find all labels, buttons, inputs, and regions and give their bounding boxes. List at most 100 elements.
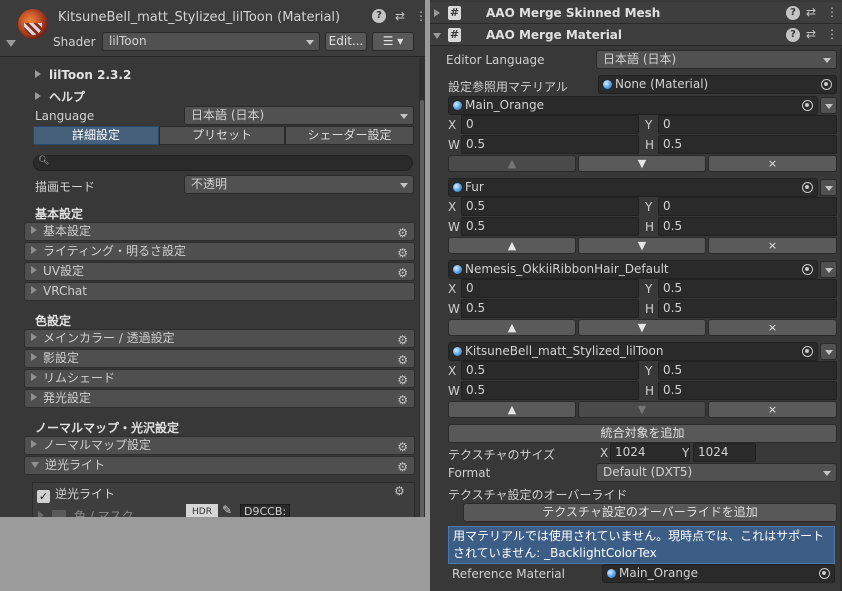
editor-language-dropdown[interactable]: 日本語 (日本) <box>596 50 837 69</box>
section-normal-map[interactable]: ノーマルマップ設定 ⚙ <box>24 436 415 455</box>
move-up-button[interactable]: ▲ <box>448 319 576 336</box>
collapse-arrow-icon[interactable] <box>6 40 16 47</box>
help-icon[interactable]: ? <box>786 6 800 20</box>
presets-icon[interactable]: ⇄ <box>393 9 407 23</box>
x-field[interactable]: 0.5 <box>461 361 639 380</box>
h-field[interactable]: 0.5 <box>658 217 837 236</box>
h-field[interactable]: 0.5 <box>658 299 837 318</box>
w-field[interactable]: 0.5 <box>461 299 639 318</box>
add-override-button[interactable]: テクスチャ設定のオーバーライドを追加 <box>463 503 837 522</box>
y-field[interactable]: 0.5 <box>658 279 837 298</box>
section-lighting[interactable]: ライティング・明るさ設定 ⚙ <box>24 242 415 261</box>
material-dropdown-button[interactable] <box>820 97 837 114</box>
edit-shader-button[interactable]: Edit... <box>325 32 367 51</box>
gear-icon[interactable]: ⚙ <box>397 245 408 262</box>
gear-icon[interactable]: ⚙ <box>397 332 408 349</box>
gear-icon[interactable]: ⚙ <box>397 372 408 389</box>
gear-icon[interactable]: ⚙ <box>397 459 408 476</box>
gear-icon[interactable]: ⚙ <box>397 439 408 456</box>
component-header-merge-skinned-mesh[interactable]: # AAO Merge Skinned Mesh ? ⇄ ⋮ <box>430 2 842 24</box>
hdr-color-swatch[interactable]: HDR <box>186 504 218 517</box>
remove-button[interactable]: × <box>708 155 837 172</box>
color-mask-row[interactable]: 色 / マスク <box>38 507 134 517</box>
color-hex-field[interactable]: D9CCB: <box>240 504 290 517</box>
remove-button[interactable]: × <box>708 237 837 254</box>
expand-arrow-icon[interactable] <box>434 9 440 17</box>
reference-material-field[interactable]: Main_Orange <box>602 564 835 583</box>
y-field[interactable]: 0 <box>658 197 837 216</box>
move-up-button[interactable]: ▲ <box>448 237 576 254</box>
gear-icon[interactable]: ⚙ <box>397 265 408 282</box>
move-down-button[interactable]: ▼ <box>578 155 706 172</box>
section-rim-shade[interactable]: リムシェード ⚙ <box>24 369 415 388</box>
backlight-toggle[interactable]: ✓ 逆光ライト <box>37 485 115 503</box>
move-down-button[interactable]: ▼ <box>578 319 706 336</box>
gear-icon[interactable]: ⚙ <box>394 484 405 498</box>
x-field[interactable]: 0 <box>461 279 639 298</box>
shader-list-button[interactable]: ☰ ▾ <box>372 32 414 51</box>
ref-material-field[interactable]: None (Material) <box>598 75 837 94</box>
checkbox-checked-icon[interactable]: ✓ <box>37 490 50 503</box>
material-dropdown-button[interactable] <box>820 343 837 360</box>
move-up-button[interactable]: ▲ <box>448 155 576 172</box>
object-picker-icon[interactable] <box>802 264 813 275</box>
remove-button[interactable]: × <box>708 319 837 336</box>
move-down-button[interactable]: ▼ <box>578 237 706 254</box>
render-mode-dropdown[interactable]: 不透明 <box>184 175 414 194</box>
format-dropdown[interactable]: Default (DXT5) <box>596 463 837 482</box>
texture-slot-icon[interactable] <box>52 510 66 517</box>
collapse-arrow-icon[interactable] <box>433 33 441 39</box>
h-field[interactable]: 0.5 <box>658 381 837 400</box>
section-shadow[interactable]: 影設定 ⚙ <box>24 349 415 368</box>
section-uv[interactable]: UV設定 ⚙ <box>24 262 415 281</box>
scrollbar-thumb[interactable] <box>420 100 424 517</box>
more-menu-icon[interactable]: ⋮ <box>826 27 838 41</box>
w-field[interactable]: 0.5 <box>461 381 639 400</box>
presets-icon[interactable]: ⇄ <box>806 27 816 41</box>
object-picker-icon[interactable] <box>802 100 813 111</box>
section-emission[interactable]: 発光設定 ⚙ <box>24 389 415 408</box>
gear-icon[interactable]: ⚙ <box>397 225 408 242</box>
eyedropper-icon[interactable]: ✎ <box>222 503 232 517</box>
tab-advanced[interactable]: 詳細設定 <box>33 126 159 145</box>
y-field[interactable]: 0.5 <box>658 361 837 380</box>
object-picker-icon[interactable] <box>819 568 830 579</box>
w-field[interactable]: 0.5 <box>461 217 639 236</box>
h-field[interactable]: 0.5 <box>658 135 837 154</box>
more-menu-icon[interactable]: ⋮ <box>826 5 838 19</box>
texture-size-x-field[interactable]: 1024 <box>610 443 690 462</box>
gear-icon[interactable]: ⚙ <box>397 392 408 409</box>
version-foldout[interactable]: lilToon 2.3.2 <box>35 68 131 82</box>
object-picker-icon[interactable] <box>802 346 813 357</box>
help-icon[interactable]: ? <box>372 9 386 23</box>
section-vrchat[interactable]: VRChat <box>24 282 415 301</box>
w-field[interactable]: 0.5 <box>461 135 639 154</box>
texture-size-y-field[interactable]: 1024 <box>693 443 756 462</box>
tab-presets[interactable]: プリセット <box>159 126 285 145</box>
y-field[interactable]: 0 <box>658 115 837 134</box>
section-basic[interactable]: 基本設定 ⚙ <box>24 222 415 241</box>
help-icon[interactable]: ? <box>786 28 800 42</box>
material-field[interactable]: Main_Orange <box>448 96 818 115</box>
warning-text-selection[interactable]: 用マテリアルでは使用されていません。現時点では、これはサポートされていません: … <box>448 526 835 564</box>
help-foldout[interactable]: ヘルプ <box>35 88 85 105</box>
x-field[interactable]: 0.5 <box>461 197 639 216</box>
move-up-button[interactable]: ▲ <box>448 401 576 418</box>
section-backlight[interactable]: 逆光ライト ⚙ <box>24 456 415 475</box>
x-field[interactable]: 0 <box>461 115 639 134</box>
move-down-button[interactable]: ▼ <box>578 401 706 418</box>
gear-icon[interactable]: ⚙ <box>397 352 408 369</box>
search-input[interactable]: 🔍︎ <box>33 155 413 171</box>
more-menu-icon[interactable]: ⋮ <box>414 9 425 23</box>
material-field[interactable]: KitsuneBell_matt_Stylized_lilToon <box>448 342 818 361</box>
material-field[interactable]: Fur <box>448 178 818 197</box>
material-dropdown-button[interactable] <box>820 179 837 196</box>
tab-shader-settings[interactable]: シェーダー設定 <box>285 126 414 145</box>
remove-button[interactable]: × <box>708 401 837 418</box>
shader-dropdown[interactable]: lilToon <box>102 32 320 51</box>
add-merge-target-button[interactable]: 統合対象を追加 <box>448 424 837 443</box>
presets-icon[interactable]: ⇄ <box>806 5 816 19</box>
material-dropdown-button[interactable] <box>820 261 837 278</box>
component-header-merge-material[interactable]: # AAO Merge Material ? ⇄ ⋮ <box>430 24 842 46</box>
material-field[interactable]: Nemesis_OkkiiRibbonHair_Default <box>448 260 818 279</box>
